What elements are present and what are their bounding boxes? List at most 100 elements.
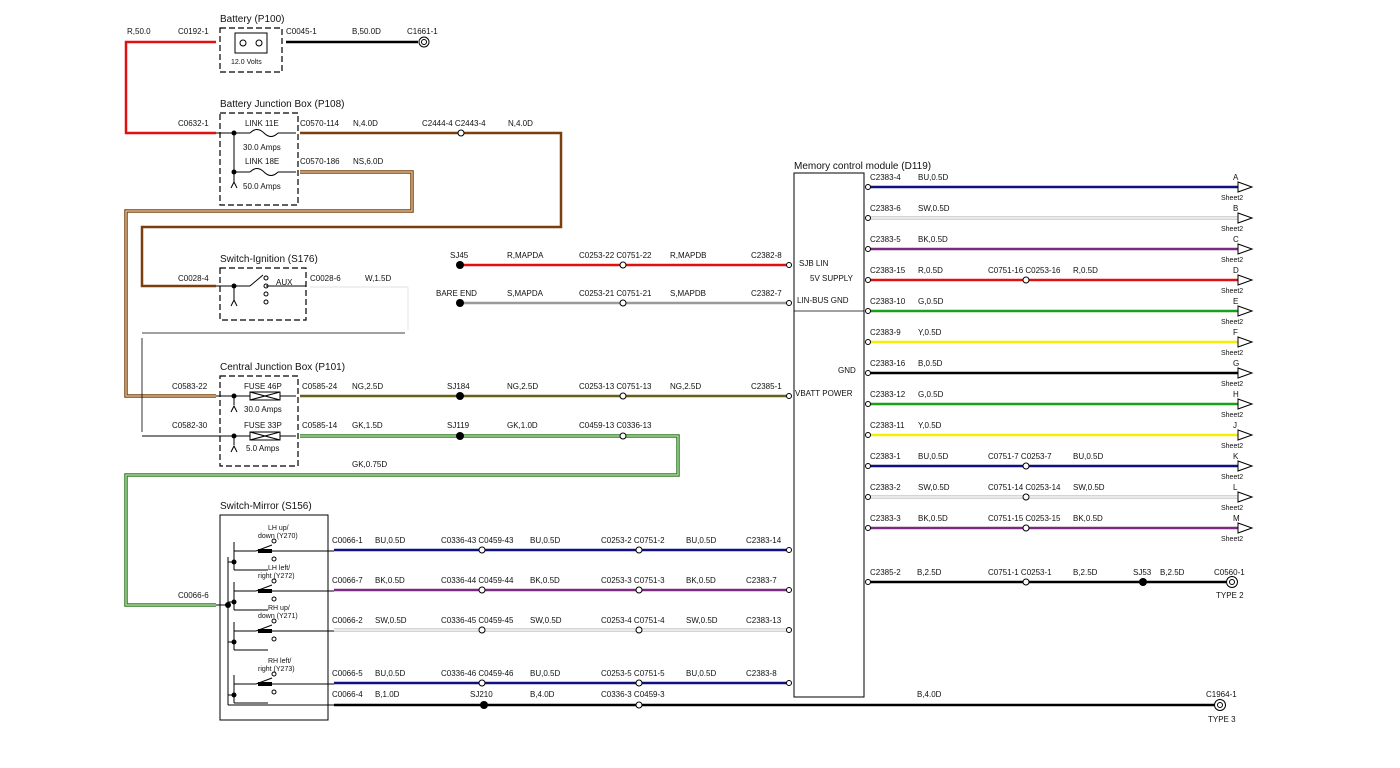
output-sheet-ref: Sheet2	[1221, 536, 1243, 543]
mirror-wire-w2: BU,0.5D	[530, 669, 560, 678]
output-inline-connectors: C0751-7 C0253-7	[988, 452, 1052, 461]
mirror-wire-c2: C0336-43 C0459-43	[441, 536, 514, 545]
pin-icon	[786, 393, 792, 399]
splice-sj184-icon	[456, 392, 464, 400]
inline-connector-icon	[1022, 524, 1030, 532]
bjb-splice-dot	[231, 130, 237, 136]
ground-out-end: C0560-1	[1214, 568, 1245, 577]
ignition-out-wire: W,1.5D	[365, 274, 391, 283]
output-letter: F	[1233, 328, 1238, 337]
fuse-link-icon	[249, 129, 279, 137]
battery-ground-connector: C1661-1	[407, 27, 438, 36]
ignition-contact-icon	[263, 299, 269, 305]
battery-left-wire: R,50.0	[127, 27, 151, 36]
mirror-switch-row: RH up/down (Y271)	[228, 605, 334, 651]
inline-connector-icon	[1022, 462, 1030, 470]
mirror-wire-w2: BK,0.5D	[530, 576, 560, 585]
output-letter: G	[1233, 359, 1239, 368]
cjb-fuse2-name: FUSE 33P	[244, 421, 282, 430]
module-pin-vbatt-power: VBATT POWER	[795, 389, 853, 398]
pin-icon	[786, 680, 792, 686]
mirror-wire-c3: C0253-2 C0751-2	[601, 536, 665, 545]
module-pin-gnd: GND	[838, 366, 856, 375]
mirror-ground-inline: C0336-3 C0459-3	[601, 690, 665, 699]
mirror-wire-w2: SW,0.5D	[530, 616, 562, 625]
sj184-label: SJ184	[447, 382, 470, 391]
memory-control-module: Memory control module (D119) SJB LIN 5V …	[793, 161, 931, 698]
bjb-title: Battery Junction Box (P108)	[220, 99, 345, 110]
mirror-wire-c3: C0253-4 C0751-4	[601, 616, 665, 625]
sj184-wire: NG,2.5D	[507, 382, 538, 391]
pin-icon	[865, 370, 871, 376]
output-connector: C2383-6	[870, 204, 901, 213]
output-connector: C2383-16	[870, 359, 906, 368]
mirror-splice-dot	[225, 602, 231, 608]
ground-out-wire: B,2.5D	[917, 568, 942, 577]
mirror-wire-row: C0066-1 BU,0.5D C0336-43 C0459-43 BU,0.5D C0…	[332, 536, 792, 554]
bjb-link1-name: LINK 11E	[245, 119, 279, 128]
output-wire-code: BK,0.5D	[918, 235, 948, 244]
output-wire-code: BK,0.5D	[918, 514, 948, 523]
output-sheet-ref: Sheet2	[1221, 381, 1243, 388]
inline-connector-icon	[1022, 276, 1030, 284]
bjb-busbar	[216, 132, 250, 173]
output-wire-code: BU,0.5D	[918, 173, 948, 182]
output-sheet-ref: Sheet2	[1221, 257, 1243, 264]
switch-actuator-icon	[258, 629, 272, 633]
mirror-wire-end: C2383-7	[746, 576, 777, 585]
ignition-contact-icon	[263, 275, 269, 281]
ignition-ground-arrow-icon	[230, 298, 238, 307]
switch-label-line2: down (Y271)	[258, 613, 298, 620]
off-sheet-arrow-icon	[1237, 243, 1254, 255]
inline-connector-icon	[619, 392, 627, 400]
pin-icon	[865, 246, 871, 252]
fuse-icon-cross	[249, 391, 281, 401]
bjb-link1-amps: 30.0 Amps	[243, 143, 281, 152]
ground-out-type: TYPE 2	[1216, 591, 1244, 600]
bjb-link1-connector: C0570-114	[300, 119, 340, 128]
cjb-fuse2-amps: 5.0 Amps	[246, 444, 279, 453]
bjb-link2-amps: 50.0 Amps	[243, 182, 281, 191]
mirror-wire-c2: C0336-44 C0459-44	[441, 576, 514, 585]
bjb-link2-name: LINK 18E	[245, 157, 279, 166]
ignition-in-connector: C0028-4	[178, 274, 209, 283]
output-wire-code: R,0.5D	[918, 266, 943, 275]
sj119-wire: GK,1.0D	[507, 421, 538, 430]
ignition-contact-icon	[263, 291, 269, 297]
mirror-wire-w3: BU,0.5D	[686, 669, 716, 678]
sj119-inline: C0459-13 C0336-13	[579, 421, 652, 430]
pin-icon	[865, 339, 871, 345]
ground-out-sj: SJ53	[1133, 568, 1152, 577]
mirror-switch-rows: LH up/down (Y270)LH left/right (Y272)RH …	[228, 525, 334, 704]
output-row: C2383-1 BU,0.5D C0751-7 C0253-7 BU,0.5D K She…	[865, 452, 1254, 481]
mirror-title: Switch-Mirror (S156)	[220, 501, 312, 512]
output-sheet-ref: Sheet2	[1221, 474, 1243, 481]
output-connector: C2383-11	[870, 421, 905, 430]
ignition-switch-contacts	[216, 274, 306, 300]
bare-wire2: S,MAPDB	[670, 289, 706, 298]
output-wire-code: Y,0.5D	[918, 328, 942, 337]
ground-out-wire2: B,2.5D	[1073, 568, 1098, 577]
output-letter: M	[1233, 514, 1240, 523]
pin-icon	[865, 579, 871, 585]
mirror-wire-row: C0066-2 SW,0.5D C0336-45 C0459-45 SW,0.5D C0…	[332, 616, 792, 634]
inline-connector-icon	[478, 626, 486, 634]
mirror-wire-c1: C0066-2	[332, 616, 363, 625]
bjb-link1-wire: N,4.0D	[353, 119, 378, 128]
battery-right-wire: B,50.0D	[352, 27, 381, 36]
mirror-wire-end: C2383-8	[746, 669, 777, 678]
switch-contact-icon	[271, 556, 277, 562]
switch-label-line1: LH left/	[268, 565, 290, 572]
output-sheet-ref: Sheet2	[1221, 350, 1243, 357]
switch-splice-dot	[231, 599, 237, 605]
mirror-wire-w2: BU,0.5D	[530, 536, 560, 545]
output-sheet-ref: Sheet2	[1221, 412, 1243, 419]
mirror-switch: Switch-Mirror (S156) C0066-6 LH up/down …	[178, 501, 1237, 724]
switch-splice-dot	[231, 692, 237, 698]
off-sheet-arrow-icon	[1237, 274, 1254, 286]
middle-wires: SJ45 R,MAPDA C0253-22 C0751-22 R,MAPDB C…	[124, 251, 792, 607]
mirror-wire-c1: C0066-7	[332, 576, 363, 585]
pin-icon	[865, 308, 871, 314]
battery-voltage: 12.0 Volts	[231, 59, 262, 66]
battery-title: Battery (P100)	[220, 14, 284, 25]
